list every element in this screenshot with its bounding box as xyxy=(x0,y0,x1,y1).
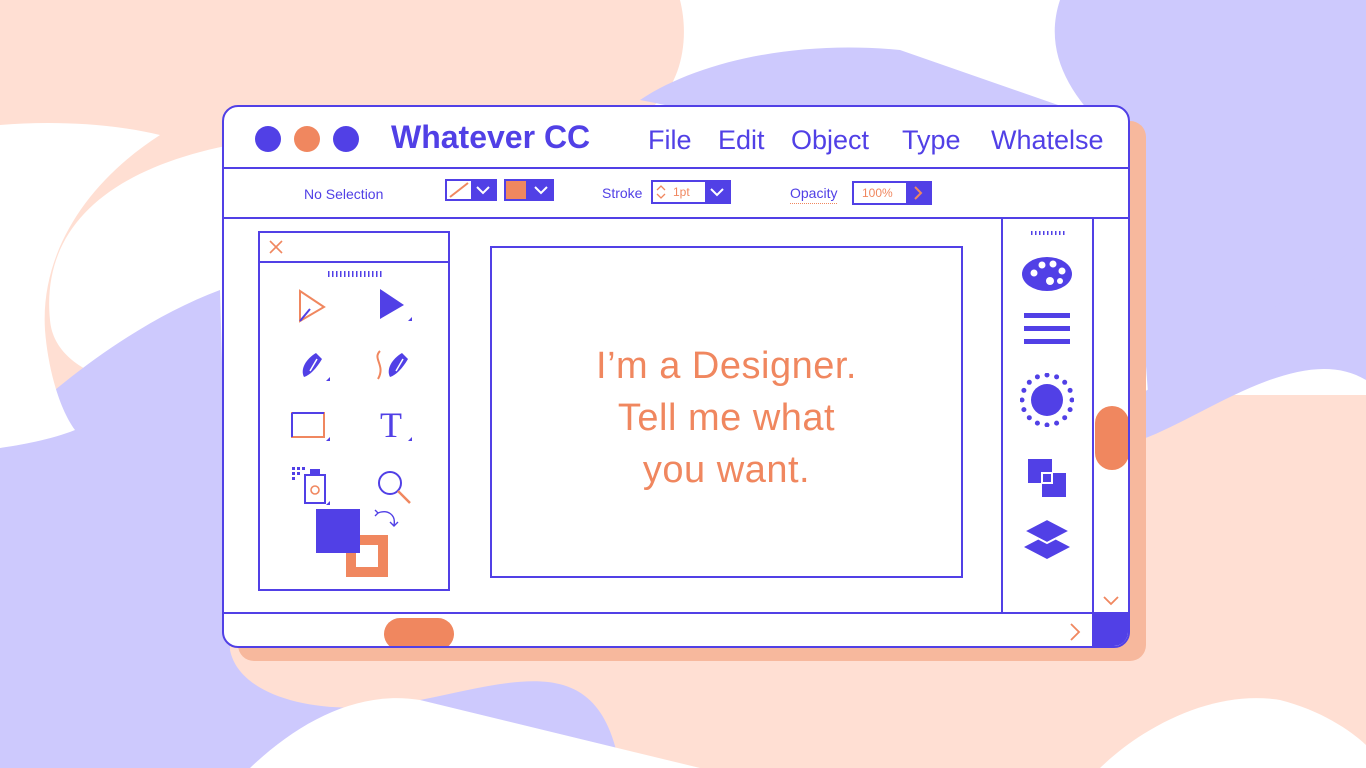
artboard-text[interactable]: I’m a Designer. Tell me what you want. xyxy=(492,340,961,496)
selection-tool-icon[interactable] xyxy=(290,285,334,329)
selection-status: No Selection xyxy=(304,186,384,202)
palette-icon[interactable] xyxy=(1020,247,1074,301)
chevron-down-icon xyxy=(528,179,554,201)
scroll-right-icon[interactable] xyxy=(1068,622,1082,642)
pen-tool-icon[interactable] xyxy=(290,345,334,389)
menu-whatelse[interactable]: Whatelse xyxy=(991,125,1104,156)
tools-panel: T xyxy=(258,231,450,591)
stroke-label: Stroke xyxy=(602,185,643,201)
artboard-text-line-1: I’m a Designer. xyxy=(596,345,857,387)
chevron-down-icon[interactable] xyxy=(705,182,729,202)
options-bar: No Selection Stroke 1pt Opacity 100% xyxy=(224,169,1128,219)
scroll-down-icon[interactable] xyxy=(1102,595,1120,607)
pathfinder-icon[interactable] xyxy=(1020,453,1074,507)
opacity-value[interactable]: 100% xyxy=(854,183,906,203)
menu-edit[interactable]: Edit xyxy=(718,125,765,156)
minimize-dot[interactable] xyxy=(294,126,320,152)
menu-file[interactable]: File xyxy=(648,125,692,156)
stepper-icon xyxy=(656,185,666,199)
type-tool-icon[interactable]: T xyxy=(372,405,416,449)
close-dot[interactable] xyxy=(255,126,281,152)
stroke-swatch xyxy=(504,179,528,201)
app-window: Whatever CC File Edit Object Type Whatel… xyxy=(222,105,1130,648)
stroke-value[interactable]: 1pt xyxy=(669,182,705,202)
artboard-text-line-2: Tell me what xyxy=(617,397,836,439)
close-icon[interactable] xyxy=(268,239,284,255)
no-fill-icon xyxy=(449,182,469,198)
menu-lines-icon[interactable] xyxy=(1020,303,1074,357)
title-bar: Whatever CC File Edit Object Type Whatel… xyxy=(224,107,1128,169)
tools-panel-header xyxy=(260,233,448,263)
horizontal-scroll-thumb[interactable] xyxy=(384,618,454,646)
stroke-color-selector[interactable] xyxy=(504,179,556,201)
artboard-text-line-3: you want. xyxy=(642,449,811,491)
stroke-weight-field[interactable]: 1pt xyxy=(651,180,731,204)
opacity-field[interactable]: 100% xyxy=(852,181,932,205)
vertical-scroll-thumb[interactable] xyxy=(1095,406,1128,470)
menu-type[interactable]: Type xyxy=(902,125,961,156)
curvature-pen-tool-icon[interactable] xyxy=(372,345,416,389)
layers-icon[interactable] xyxy=(1020,513,1074,567)
rectangle-tool-icon[interactable] xyxy=(290,405,334,449)
svg-text:T: T xyxy=(380,405,402,445)
menu-object[interactable]: Object xyxy=(791,125,869,156)
scroll-corner xyxy=(1092,614,1128,646)
right-panel xyxy=(1001,217,1094,614)
artboard[interactable]: I’m a Designer. Tell me what you want. xyxy=(490,246,963,578)
chevron-down-icon xyxy=(471,181,495,199)
maximize-dot[interactable] xyxy=(333,126,359,152)
chevron-right-icon[interactable] xyxy=(906,183,930,203)
opacity-label[interactable]: Opacity xyxy=(790,185,838,204)
direct-selection-tool-icon[interactable] xyxy=(372,285,416,329)
panel-grip[interactable] xyxy=(1031,231,1065,235)
sun-icon[interactable] xyxy=(1020,373,1074,427)
panel-grip[interactable] xyxy=(328,271,382,277)
zoom-tool-icon[interactable] xyxy=(372,465,416,509)
horizontal-scrollbar xyxy=(224,612,1128,646)
swap-colors-icon[interactable] xyxy=(374,507,400,531)
fill-selector[interactable] xyxy=(445,179,497,201)
fill-color-swatch[interactable] xyxy=(316,509,360,553)
app-title: Whatever CC xyxy=(391,119,591,155)
spray-tool-icon[interactable] xyxy=(290,465,334,509)
